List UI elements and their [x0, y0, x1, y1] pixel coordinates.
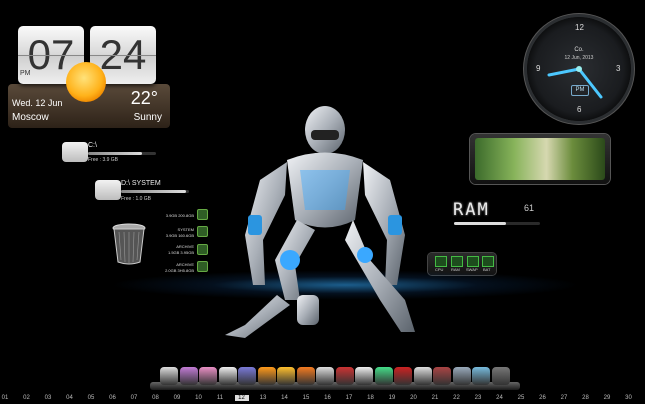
calendar-day[interactable]: 12 — [234, 395, 249, 401]
calendar-day[interactable]: 23 — [471, 395, 485, 401]
drive-d-free: Free : 1.0 GB — [121, 196, 152, 202]
stat-title-4: ARCHIVE — [176, 262, 194, 267]
rss-icon[interactable] — [296, 367, 315, 385]
drive-d-icon[interactable] — [95, 180, 121, 200]
stat-line-3: 1.5GB 3.95GB — [167, 250, 194, 255]
calendar-day[interactable]: 28 — [579, 395, 593, 401]
calendar-day[interactable]: 03 — [41, 395, 55, 401]
calendar-day[interactable]: 25 — [514, 395, 528, 401]
gamepad-icon[interactable] — [199, 367, 217, 385]
stat-line-1: 3.9GB 200.8GB — [165, 213, 194, 218]
calendar-day[interactable]: 10 — [192, 395, 206, 401]
calendar-day[interactable]: 26 — [536, 395, 550, 401]
calendar-day[interactable]: 27 — [557, 395, 571, 401]
photo-image — [475, 138, 605, 180]
ram-meter-icon — [451, 256, 463, 267]
calendar-day[interactable]: 09 — [170, 395, 184, 401]
clock-hands — [547, 66, 603, 99]
drive-c-name: C:\ — [88, 142, 97, 149]
ram-label: RAM — [453, 200, 490, 220]
shutdown-icon[interactable] — [491, 367, 510, 385]
drive-d-usage-bar — [121, 190, 189, 193]
printer-icon[interactable] — [218, 367, 237, 385]
calendar-day[interactable]: 02 — [20, 395, 34, 401]
calendar-day[interactable]: 18 — [364, 395, 378, 401]
weather-date: Wed. 12 Jun — [12, 98, 63, 108]
weather-temperature: 22° — [130, 88, 158, 108]
photo-icon[interactable] — [472, 367, 490, 385]
weather-condition: Sunny — [133, 112, 162, 123]
calendar-day[interactable]: 29 — [600, 395, 614, 401]
drive-c-free: Free : 3.9 GB — [88, 157, 119, 163]
soccer-ball-icon[interactable] — [355, 367, 373, 385]
trash-icon[interactable] — [413, 367, 432, 385]
calendar-day[interactable]: 17 — [342, 395, 356, 401]
ram-usage-bar — [454, 222, 540, 225]
photo-frame-widget[interactable] — [470, 134, 610, 184]
drive-c-icon[interactable] — [62, 142, 88, 162]
clock-ampm: PM — [20, 70, 31, 77]
calendar-day[interactable]: 21 — [428, 395, 442, 401]
calendar-day[interactable]: 24 — [493, 395, 507, 401]
music-note-icon[interactable] — [179, 367, 198, 385]
calendar-day[interactable]: 05 — [84, 395, 98, 401]
calendar-day[interactable]: 16 — [321, 395, 335, 401]
weather-city: Moscow — [12, 112, 49, 123]
calendar-day[interactable]: 30 — [622, 395, 636, 401]
drive-d-name: D:\ SYSTEM — [121, 180, 161, 187]
pen-icon[interactable] — [238, 367, 256, 385]
download-icon[interactable] — [335, 367, 354, 385]
calendar-day[interactable]: 04 — [63, 395, 77, 401]
calendar-day[interactable]: 15 — [299, 395, 313, 401]
stat-title-3: ARCHIVE — [176, 244, 194, 249]
clock-icon[interactable] — [160, 367, 178, 385]
disc-icon[interactable] — [257, 367, 276, 385]
calendar-day[interactable]: 14 — [278, 395, 292, 401]
calendar-day[interactable]: 06 — [106, 395, 120, 401]
sun-icon — [66, 62, 106, 102]
gift-icon[interactable] — [394, 367, 412, 385]
stat-line-2: 3.9GB 160.6GB — [165, 233, 194, 238]
analog-clock-widget[interactable]: 12 3 6 9 Co. 12 Jun, 2013 PM — [527, 17, 631, 121]
calendar-day[interactable]: 07 — [127, 395, 141, 401]
camera-icon[interactable] — [277, 367, 295, 385]
swap-meter-icon — [467, 256, 479, 267]
calendar-day[interactable]: 11 — [213, 395, 227, 401]
document-icon[interactable] — [316, 367, 334, 385]
calendar-day[interactable]: 13 — [256, 395, 270, 401]
calendar-day[interactable]: 22 — [450, 395, 464, 401]
stat-title-2: SYSTEM — [177, 227, 194, 232]
calendar-day[interactable]: 08 — [149, 395, 163, 401]
battery-meter-icon — [482, 256, 494, 267]
robot-wallpaper-image — [225, 106, 415, 338]
mobile-icon[interactable] — [452, 367, 471, 385]
drive-c-usage-bar — [88, 152, 156, 155]
flip-clock-weather-widget[interactable]: 07 24 PM Wed. 12 Jun Moscow 22° Sunny — [8, 20, 170, 128]
cube-icon[interactable] — [374, 367, 393, 385]
calendar-day[interactable]: 19 — [385, 395, 399, 401]
calendar-day[interactable]: 20 — [407, 395, 421, 401]
ram-value: 61 — [524, 203, 535, 213]
calendar-day[interactable]: 01 — [0, 395, 12, 401]
box-icon[interactable] — [433, 367, 451, 385]
